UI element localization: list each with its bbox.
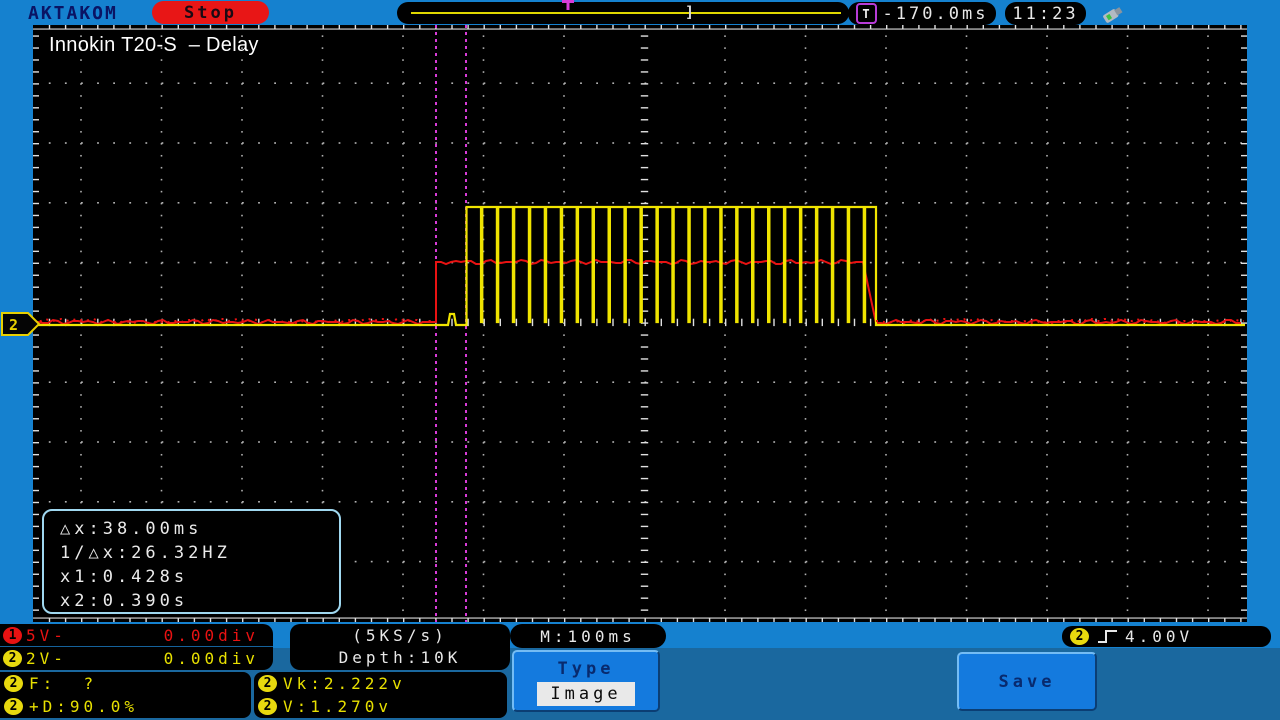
meas-vk-row: 2 Vk:2.222v [254, 672, 507, 695]
ch1-badge: 1 [3, 626, 22, 644]
svg-text:2: 2 [9, 316, 18, 334]
meas-duty-row: 2 +D:90.0% [0, 695, 251, 718]
trigger-status-badge: 2 4.00V [1062, 626, 1271, 647]
meas-vk-value: Vk:2.222v [283, 674, 406, 693]
meas-duty-badge: 2 [4, 698, 23, 715]
ch1-scale: 5V- [26, 625, 67, 645]
record-window-marker: ] [685, 3, 695, 21]
brand-logo: AKTAKOM [28, 3, 118, 24]
meas-v-row: 2 V:1.270v [254, 695, 507, 718]
meas-freq-badge: 2 [4, 675, 23, 692]
trigger-t-icon: T [855, 3, 877, 24]
waveform-annotation: Innokin T20-S – Delay [49, 34, 259, 56]
trigger-position-icon [562, 0, 574, 10]
trigger-time-badge: T -170.0ms [848, 2, 996, 25]
acquisition-box: (5KS/s) Depth:10K [290, 624, 510, 670]
ch1-offset: 0.00div [163, 625, 259, 645]
save-button[interactable]: Save [957, 652, 1097, 711]
clock-badge: 11:23 [1005, 2, 1086, 25]
type-button-label: Type [557, 659, 615, 679]
cursor-freq-value: 1/△x:26.32HZ [60, 543, 231, 563]
cursor-dx-value: △x:38.00ms [60, 519, 203, 539]
ch2-status-row: 2 2V- 0.00div [0, 647, 273, 670]
type-button-value: Image [537, 682, 635, 706]
trigger-time-value: -170.0ms [882, 3, 989, 24]
meas-frequency-row: 2 F: ? [0, 672, 251, 695]
meas-v-badge: 2 [258, 698, 277, 715]
ch2-level-marker: 2 [1, 312, 41, 336]
measurement-box-left: 2 F: ? 2 +D:90.0% [0, 672, 251, 718]
cursor-readout-box: △x:38.00ms 1/△x:26.32HZ x1:0.428s x2:0.3… [42, 509, 341, 614]
scope-display: Innokin T20-S – Delay △x:38.00ms 1/△x:26… [33, 25, 1247, 622]
timebase-badge: M:100ms [510, 624, 666, 648]
usb-icon [1103, 7, 1123, 23]
type-button[interactable]: Type Image [512, 650, 660, 712]
ch2-scale: 2V- [26, 649, 67, 668]
trigger-level-value: 4.00V [1125, 627, 1194, 646]
cursor-x2-value: x2:0.390s [60, 591, 189, 611]
stop-button[interactable]: Stop [152, 1, 269, 24]
oscilloscope-screen: { "top_bar": { "brand": "AKTAKOM", "stop… [0, 0, 1280, 720]
memory-depth-label: Depth:10K [338, 648, 462, 667]
meas-freq-value: F: ? [29, 674, 98, 693]
meas-vk-badge: 2 [258, 675, 277, 692]
sample-rate-label: (5KS/s) [352, 626, 448, 645]
ch2-offset: 0.00div [163, 649, 259, 668]
meas-v-value: V:1.270v [283, 697, 393, 716]
channel-status-box: 1 5V- 0.00div 2 2V- 0.00div [0, 624, 273, 670]
rising-edge-icon [1098, 630, 1117, 643]
ch2-badge: 2 [3, 650, 22, 667]
ch1-status-row: 1 5V- 0.00div [0, 624, 273, 647]
measurement-box-right: 2 Vk:2.222v 2 V:1.270v [254, 672, 507, 718]
cursor-x1-value: x1:0.428s [60, 567, 189, 587]
trigger-channel-badge: 2 [1070, 628, 1089, 645]
record-length-line [411, 12, 841, 14]
record-position-bar: ] [397, 2, 849, 24]
meas-duty-value: +D:90.0% [29, 697, 139, 716]
